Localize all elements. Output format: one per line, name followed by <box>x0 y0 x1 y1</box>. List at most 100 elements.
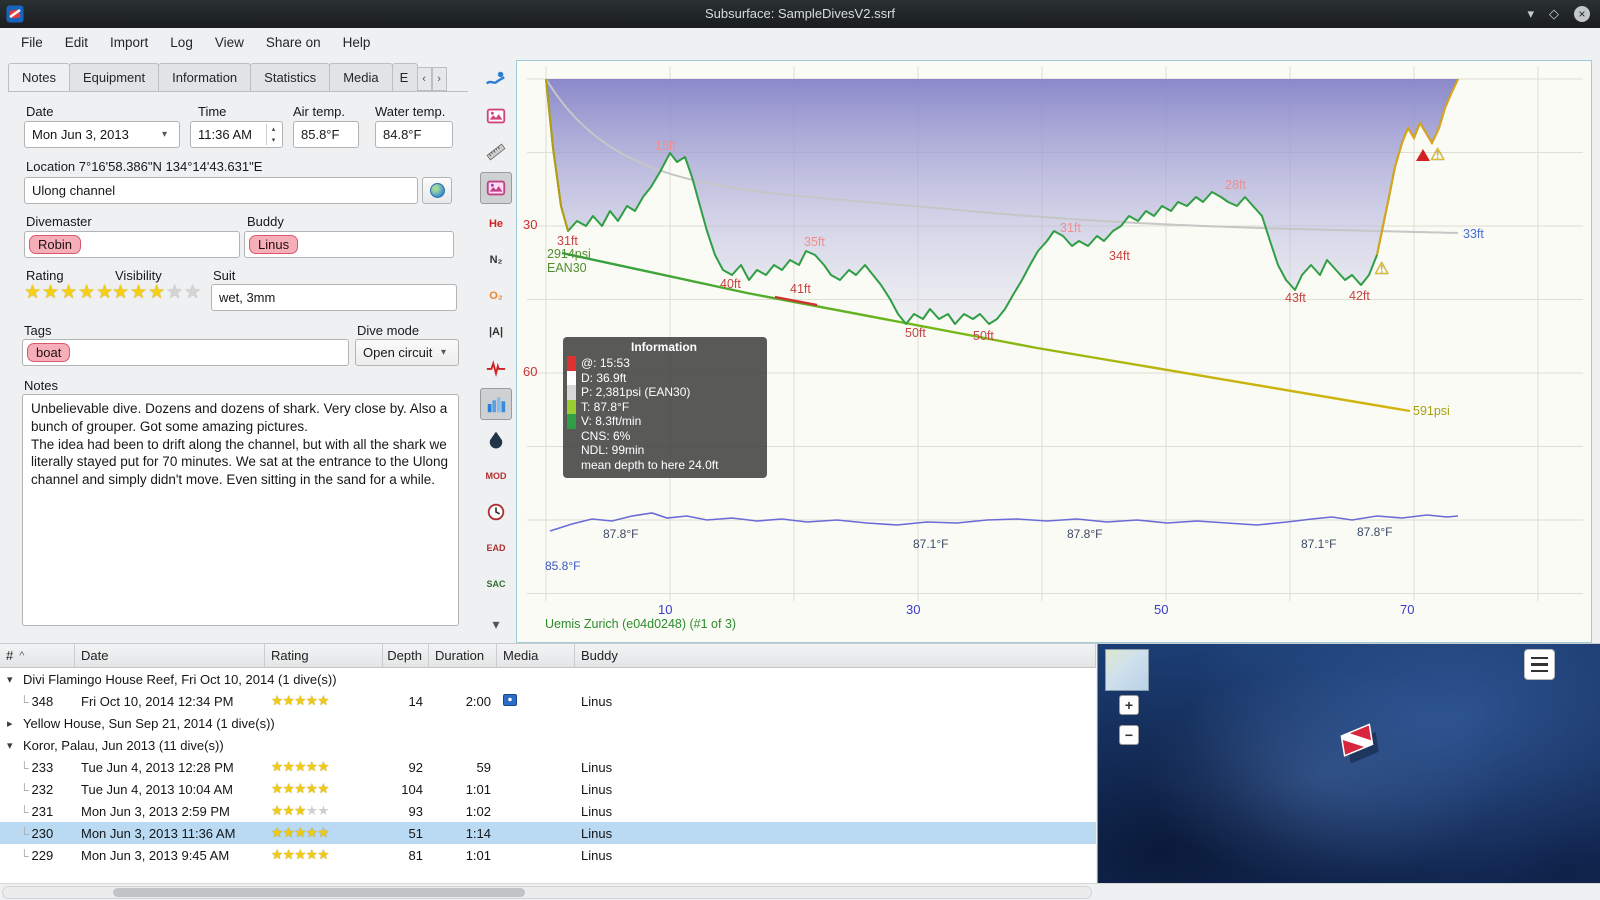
water-temp-label: Water temp. <box>375 104 446 119</box>
dive-row[interactable]: └ 229 Mon Jun 3, 2013 9:45 AM ★★★★★ 81 1:… <box>0 844 1096 866</box>
temp-label: 87.1°F <box>1301 537 1337 551</box>
dive-mode-select[interactable]: Open circuit ▾ <box>355 339 459 366</box>
notes-tab-body: Date Mon Jun 3, 2013 ▾ Time 11:36 AM ▴ ▾ … <box>8 91 468 643</box>
location-field[interactable] <box>24 177 418 204</box>
tab-statistics[interactable]: Statistics <box>250 63 331 91</box>
overview-map-thumbnail[interactable] <box>1105 649 1149 691</box>
dive-computer-icon <box>485 71 505 85</box>
column-number[interactable]: # ^ <box>0 644 75 667</box>
map-location-button[interactable] <box>422 177 452 204</box>
tissues-button[interactable] <box>480 388 512 420</box>
tab-equipment[interactable]: Equipment <box>68 63 160 91</box>
nitrogen-graph-button[interactable]: N₂ <box>480 244 512 276</box>
ceiling-button[interactable] <box>480 424 512 456</box>
trip-row[interactable]: ▾ Divi Flamingo House Reef, Fri Oct 10, … <box>0 668 1096 690</box>
column-date[interactable]: Date <box>75 644 265 667</box>
column-depth[interactable]: Depth <box>383 644 429 667</box>
map-menu-button[interactable] <box>1524 649 1555 680</box>
menu-log[interactable]: Log <box>159 30 204 55</box>
column-media[interactable]: Media <box>497 644 575 667</box>
tab-scroll-right-icon[interactable]: › <box>431 67 447 91</box>
trip-row[interactable]: ▸ Yellow House, Sun Sep 21, 2014 (1 dive… <box>0 712 1096 734</box>
air-temp-label: Air temp. <box>293 104 346 119</box>
menu-import[interactable]: Import <box>99 30 159 55</box>
menu-edit[interactable]: Edit <box>54 30 99 55</box>
tag-chip[interactable]: boat <box>27 343 71 362</box>
tags-field[interactable]: boat <box>22 339 349 366</box>
menu-file[interactable]: File <box>10 30 54 55</box>
rating-stars[interactable]: ★★★★★ <box>24 281 114 304</box>
dive-row[interactable]: └ 233 Tue Jun 4, 2013 12:28 PM ★★★★★ 92 5… <box>0 756 1096 778</box>
dive-row[interactable]: └ 348 Fri Oct 10, 2014 12:34 PM ★★★★★ 14 … <box>0 690 1096 712</box>
divemaster-field[interactable]: Robin <box>24 231 240 258</box>
ruler-button[interactable] <box>480 136 512 168</box>
media-photos-icon[interactable] <box>503 693 517 706</box>
tab-extra-info[interactable]: E <box>391 63 418 91</box>
helium-graph-button[interactable]: He <box>480 208 512 240</box>
zoom-in-button[interactable]: + <box>1119 695 1139 715</box>
tab-media[interactable]: Media <box>329 63 393 91</box>
tab-scroll-left-icon[interactable]: ‹ <box>416 67 432 91</box>
horizontal-scrollbar[interactable] <box>2 886 1092 899</box>
ruler-icon <box>486 143 506 161</box>
show-photos-toggle[interactable] <box>480 172 512 204</box>
date-combobox[interactable]: Mon Jun 3, 2013 ▾ <box>24 121 180 148</box>
close-icon[interactable]: × <box>1574 6 1590 22</box>
ndl-clock-button[interactable] <box>480 496 512 528</box>
menu-share-on[interactable]: Share on <box>255 30 332 55</box>
spin-down-icon[interactable]: ▾ <box>267 135 280 146</box>
photos-button[interactable] <box>480 100 512 132</box>
dive-computer-button[interactable] <box>480 64 512 96</box>
divelist-header: # ^ Date Rating Depth Duration Media Budd… <box>0 644 1096 668</box>
scrollbar-thumb[interactable] <box>113 888 525 897</box>
chevron-down-icon[interactable]: ▾ <box>162 129 172 140</box>
toolbar-scroll-down[interactable]: ▾ <box>480 608 512 640</box>
buddy-field[interactable]: Linus <box>244 231 454 258</box>
tabbar: Notes Equipment Information Statistics M… <box>8 62 472 91</box>
ead-button[interactable]: EAD <box>480 532 512 564</box>
ink-ceiling-icon <box>489 431 503 449</box>
spin-up-icon[interactable]: ▴ <box>267 124 280 135</box>
oxygen-graph-button[interactable]: O₂ <box>480 280 512 312</box>
titlebar[interactable]: Subsurface: SampleDivesV2.ssrf ▾ ◇ × <box>0 0 1600 28</box>
dive-profile-plot[interactable]: 30 60 10 30 50 70 2914psi EAN30 591psi 3… <box>516 60 1592 643</box>
dive-row-selected[interactable]: └ 230 Mon Jun 3, 2013 11:36 AM ★★★★★ 51 1… <box>0 822 1096 844</box>
suit-field[interactable] <box>211 284 457 311</box>
column-duration[interactable]: Duration <box>429 644 497 667</box>
tooltip-row: @: 15:53 <box>581 356 630 370</box>
tab-information[interactable]: Information <box>158 63 252 91</box>
column-rating[interactable]: Rating <box>265 644 383 667</box>
dive-flag-marker[interactable] <box>1330 720 1386 773</box>
trip-row[interactable]: ▾ Koror, Palau, Jun 2013 (11 dive(s)) <box>0 734 1096 756</box>
dive-site-map[interactable]: + − <box>1097 644 1600 883</box>
notes-textarea[interactable]: Unbelievable dive. Dozens and dozens of … <box>22 394 459 626</box>
mod-icon: MOD <box>485 471 507 481</box>
tab-notes[interactable]: Notes <box>8 63 70 91</box>
heart-rate-button[interactable] <box>480 352 512 384</box>
air-toggle-button[interactable]: |A| <box>480 316 512 348</box>
sort-asc-icon: ^ <box>19 649 25 662</box>
column-buddy[interactable]: Buddy <box>575 644 1096 667</box>
menu-view[interactable]: View <box>204 30 255 55</box>
buddy-chip[interactable]: Linus <box>249 235 299 254</box>
sac-button[interactable]: SAC <box>480 568 512 600</box>
time-spinbox[interactable]: 11:36 AM ▴ ▾ <box>190 121 283 148</box>
depth-label: 31ft <box>1060 221 1081 235</box>
caret-right-icon[interactable]: ▸ <box>7 717 17 730</box>
mod-button[interactable]: MOD <box>480 460 512 492</box>
divemaster-chip[interactable]: Robin <box>29 235 81 254</box>
tooltip-row: CNS: 6% <box>581 428 631 443</box>
dive-row[interactable]: └ 231 Mon Jun 3, 2013 2:59 PM ★★★★★ 93 1:… <box>0 800 1096 822</box>
tissue-graph-icon <box>487 397 506 413</box>
caret-down-icon[interactable]: ▾ <box>7 673 17 686</box>
zoom-out-button[interactable]: − <box>1119 725 1139 745</box>
air-temp-field[interactable] <box>293 121 359 148</box>
menu-help[interactable]: Help <box>332 30 382 55</box>
visibility-stars[interactable]: ★★★★★ <box>112 281 202 304</box>
chevron-down-icon[interactable]: ▾ <box>441 347 451 358</box>
minimize-icon[interactable]: ▾ <box>1527 6 1534 22</box>
dive-row[interactable]: └ 232 Tue Jun 4, 2013 10:04 AM ★★★★★ 104 … <box>0 778 1096 800</box>
water-temp-field[interactable] <box>375 121 453 148</box>
caret-down-icon[interactable]: ▾ <box>7 739 17 752</box>
maximize-icon[interactable]: ◇ <box>1549 6 1559 22</box>
